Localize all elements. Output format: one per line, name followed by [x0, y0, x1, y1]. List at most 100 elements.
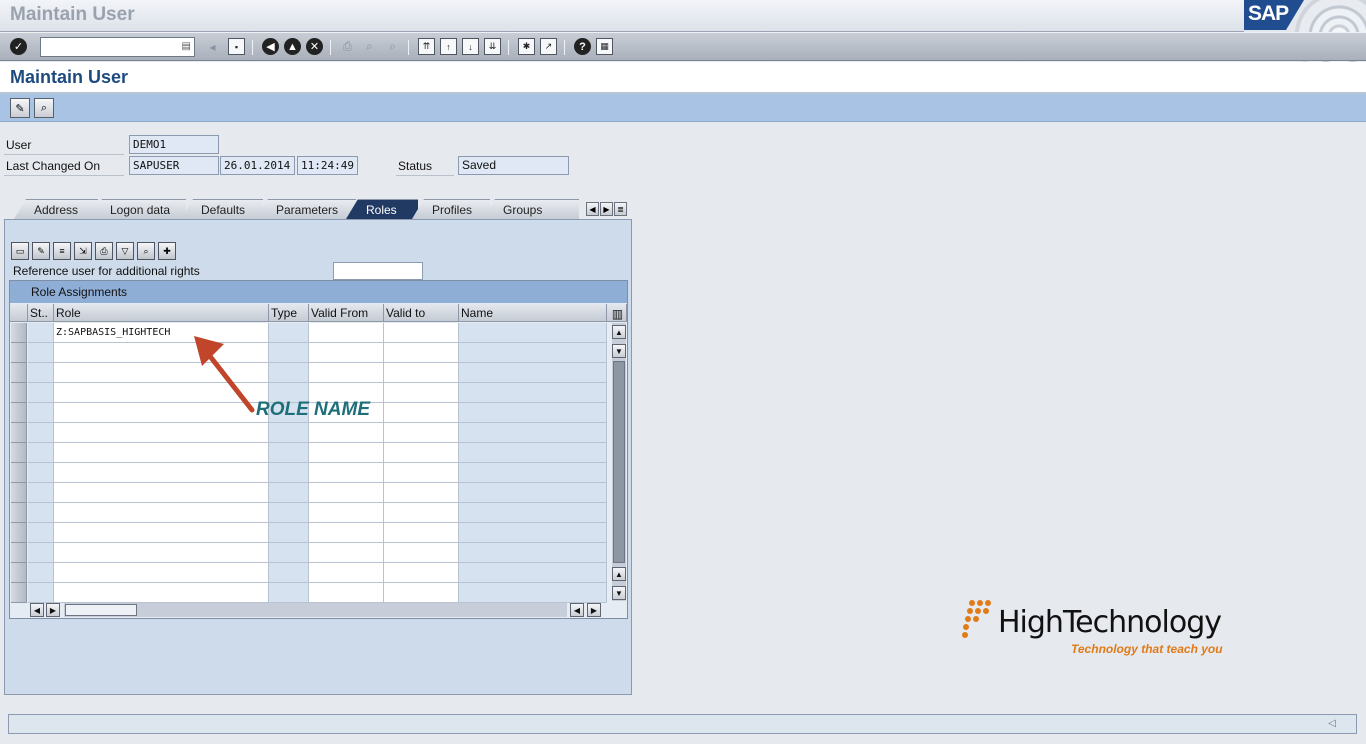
cell-type[interactable]: [269, 323, 309, 343]
cell-valid-from[interactable]: [309, 543, 384, 563]
cell-type[interactable]: [269, 423, 309, 443]
cell-status[interactable]: [28, 523, 54, 543]
cell-valid-to[interactable]: [384, 463, 459, 483]
command-field[interactable]: ▤: [40, 37, 195, 57]
tab-groups[interactable]: Groups: [483, 199, 579, 219]
cell-valid-from[interactable]: [309, 443, 384, 463]
page-up-icon[interactable]: ▲: [612, 567, 626, 581]
cell-status[interactable]: [28, 403, 54, 423]
cell-valid-from[interactable]: [309, 503, 384, 523]
scroll-left-end-icon[interactable]: ◀: [570, 603, 584, 617]
collapse-icon[interactable]: ◂: [204, 38, 221, 55]
cell-valid-to[interactable]: [384, 483, 459, 503]
scroll-right-icon[interactable]: ▶: [46, 603, 60, 617]
row-selector[interactable]: [11, 423, 27, 443]
cell-status[interactable]: [28, 543, 54, 563]
row-selector[interactable]: [11, 543, 27, 563]
cell-type[interactable]: [269, 543, 309, 563]
cell-valid-to[interactable]: [384, 403, 459, 423]
cell-name[interactable]: [459, 483, 607, 503]
cell-status[interactable]: [28, 463, 54, 483]
cell-role[interactable]: [54, 443, 269, 463]
export-icon[interactable]: ⇲: [74, 242, 92, 260]
cell-role[interactable]: [54, 583, 269, 603]
scroll-right-end-icon[interactable]: ▶: [587, 603, 601, 617]
enter-icon[interactable]: ✓: [10, 38, 27, 55]
column-header-name[interactable]: Name: [459, 304, 607, 322]
cell-name[interactable]: [459, 443, 607, 463]
cell-valid-to[interactable]: [384, 583, 459, 603]
cell-role[interactable]: [54, 483, 269, 503]
cell-type[interactable]: [269, 503, 309, 523]
filter-icon[interactable]: ▽: [116, 242, 134, 260]
cell-valid-to[interactable]: [384, 563, 459, 583]
cell-valid-to[interactable]: [384, 363, 459, 383]
display-change-icon[interactable]: ✎: [10, 98, 30, 118]
cell-valid-from[interactable]: [309, 523, 384, 543]
edit-icon[interactable]: ✎: [32, 242, 50, 260]
cell-type[interactable]: [269, 483, 309, 503]
cell-type[interactable]: [269, 343, 309, 363]
reference-user-input[interactable]: [333, 262, 423, 280]
next-page-icon[interactable]: ↓: [462, 38, 479, 55]
cell-name[interactable]: [459, 583, 607, 603]
cell-valid-to[interactable]: [384, 523, 459, 543]
cancel-icon[interactable]: ✕: [306, 38, 323, 55]
row-selector[interactable]: [11, 503, 27, 523]
tab-profiles[interactable]: Profiles: [412, 199, 490, 219]
column-header-role[interactable]: Role: [54, 304, 269, 322]
row-selector[interactable]: [11, 563, 27, 583]
row-selector[interactable]: [11, 323, 27, 343]
find-next-icon[interactable]: ⌕: [384, 38, 401, 55]
cell-valid-to[interactable]: [384, 343, 459, 363]
select-all-column[interactable]: [10, 304, 28, 322]
cell-valid-to[interactable]: [384, 503, 459, 523]
shortcut-icon[interactable]: ↗: [540, 38, 557, 55]
tab-roles[interactable]: Roles: [346, 199, 418, 219]
cell-name[interactable]: [459, 363, 607, 383]
page-down-icon[interactable]: ▼: [612, 344, 626, 358]
tab-defaults[interactable]: Defaults: [181, 199, 263, 219]
cell-name[interactable]: [459, 543, 607, 563]
cell-type[interactable]: [269, 443, 309, 463]
horizontal-scrollbar[interactable]: [64, 603, 567, 617]
row-selector[interactable]: [11, 403, 27, 423]
tab-address[interactable]: Address: [14, 199, 98, 219]
scroll-down-icon[interactable]: ▼: [612, 586, 626, 600]
cell-name[interactable]: [459, 423, 607, 443]
cell-type[interactable]: [269, 523, 309, 543]
cell-status[interactable]: [28, 323, 54, 343]
cell-status[interactable]: [28, 483, 54, 503]
column-header-type[interactable]: Type: [269, 304, 309, 322]
previous-page-icon[interactable]: ↑: [440, 38, 457, 55]
cell-valid-from[interactable]: [309, 563, 384, 583]
vertical-scrollbar[interactable]: ▲ ▼ ▲ ▼: [612, 323, 626, 601]
tab-list-icon[interactable]: ≣: [614, 202, 627, 216]
status-bar-toggle-icon[interactable]: ◁: [1328, 718, 1336, 729]
print-icon[interactable]: ⎙: [95, 242, 113, 260]
cell-valid-from[interactable]: [309, 343, 384, 363]
print-icon[interactable]: ⎙: [339, 38, 356, 55]
other-user-icon[interactable]: ⌕: [34, 98, 54, 118]
cell-role[interactable]: [54, 543, 269, 563]
row-selector[interactable]: [11, 383, 27, 403]
tab-logon-data[interactable]: Logon data: [90, 199, 186, 219]
horizontal-scroll-thumb[interactable]: [65, 604, 137, 616]
column-header-status[interactable]: St..: [28, 304, 54, 322]
cell-valid-to[interactable]: [384, 443, 459, 463]
cell-status[interactable]: [28, 563, 54, 583]
cell-type[interactable]: [269, 463, 309, 483]
first-page-icon[interactable]: ⇈: [418, 38, 435, 55]
scroll-left-icon[interactable]: ◀: [30, 603, 44, 617]
cell-valid-to[interactable]: [384, 323, 459, 343]
column-header-valid-from[interactable]: Valid From: [309, 304, 384, 322]
exit-icon[interactable]: ▲: [284, 38, 301, 55]
list-icon[interactable]: ≡: [53, 242, 71, 260]
cell-status[interactable]: [28, 343, 54, 363]
cell-status[interactable]: [28, 443, 54, 463]
cell-role[interactable]: [54, 503, 269, 523]
cell-status[interactable]: [28, 503, 54, 523]
cell-valid-from[interactable]: [309, 363, 384, 383]
cell-name[interactable]: [459, 563, 607, 583]
cell-name[interactable]: [459, 403, 607, 423]
